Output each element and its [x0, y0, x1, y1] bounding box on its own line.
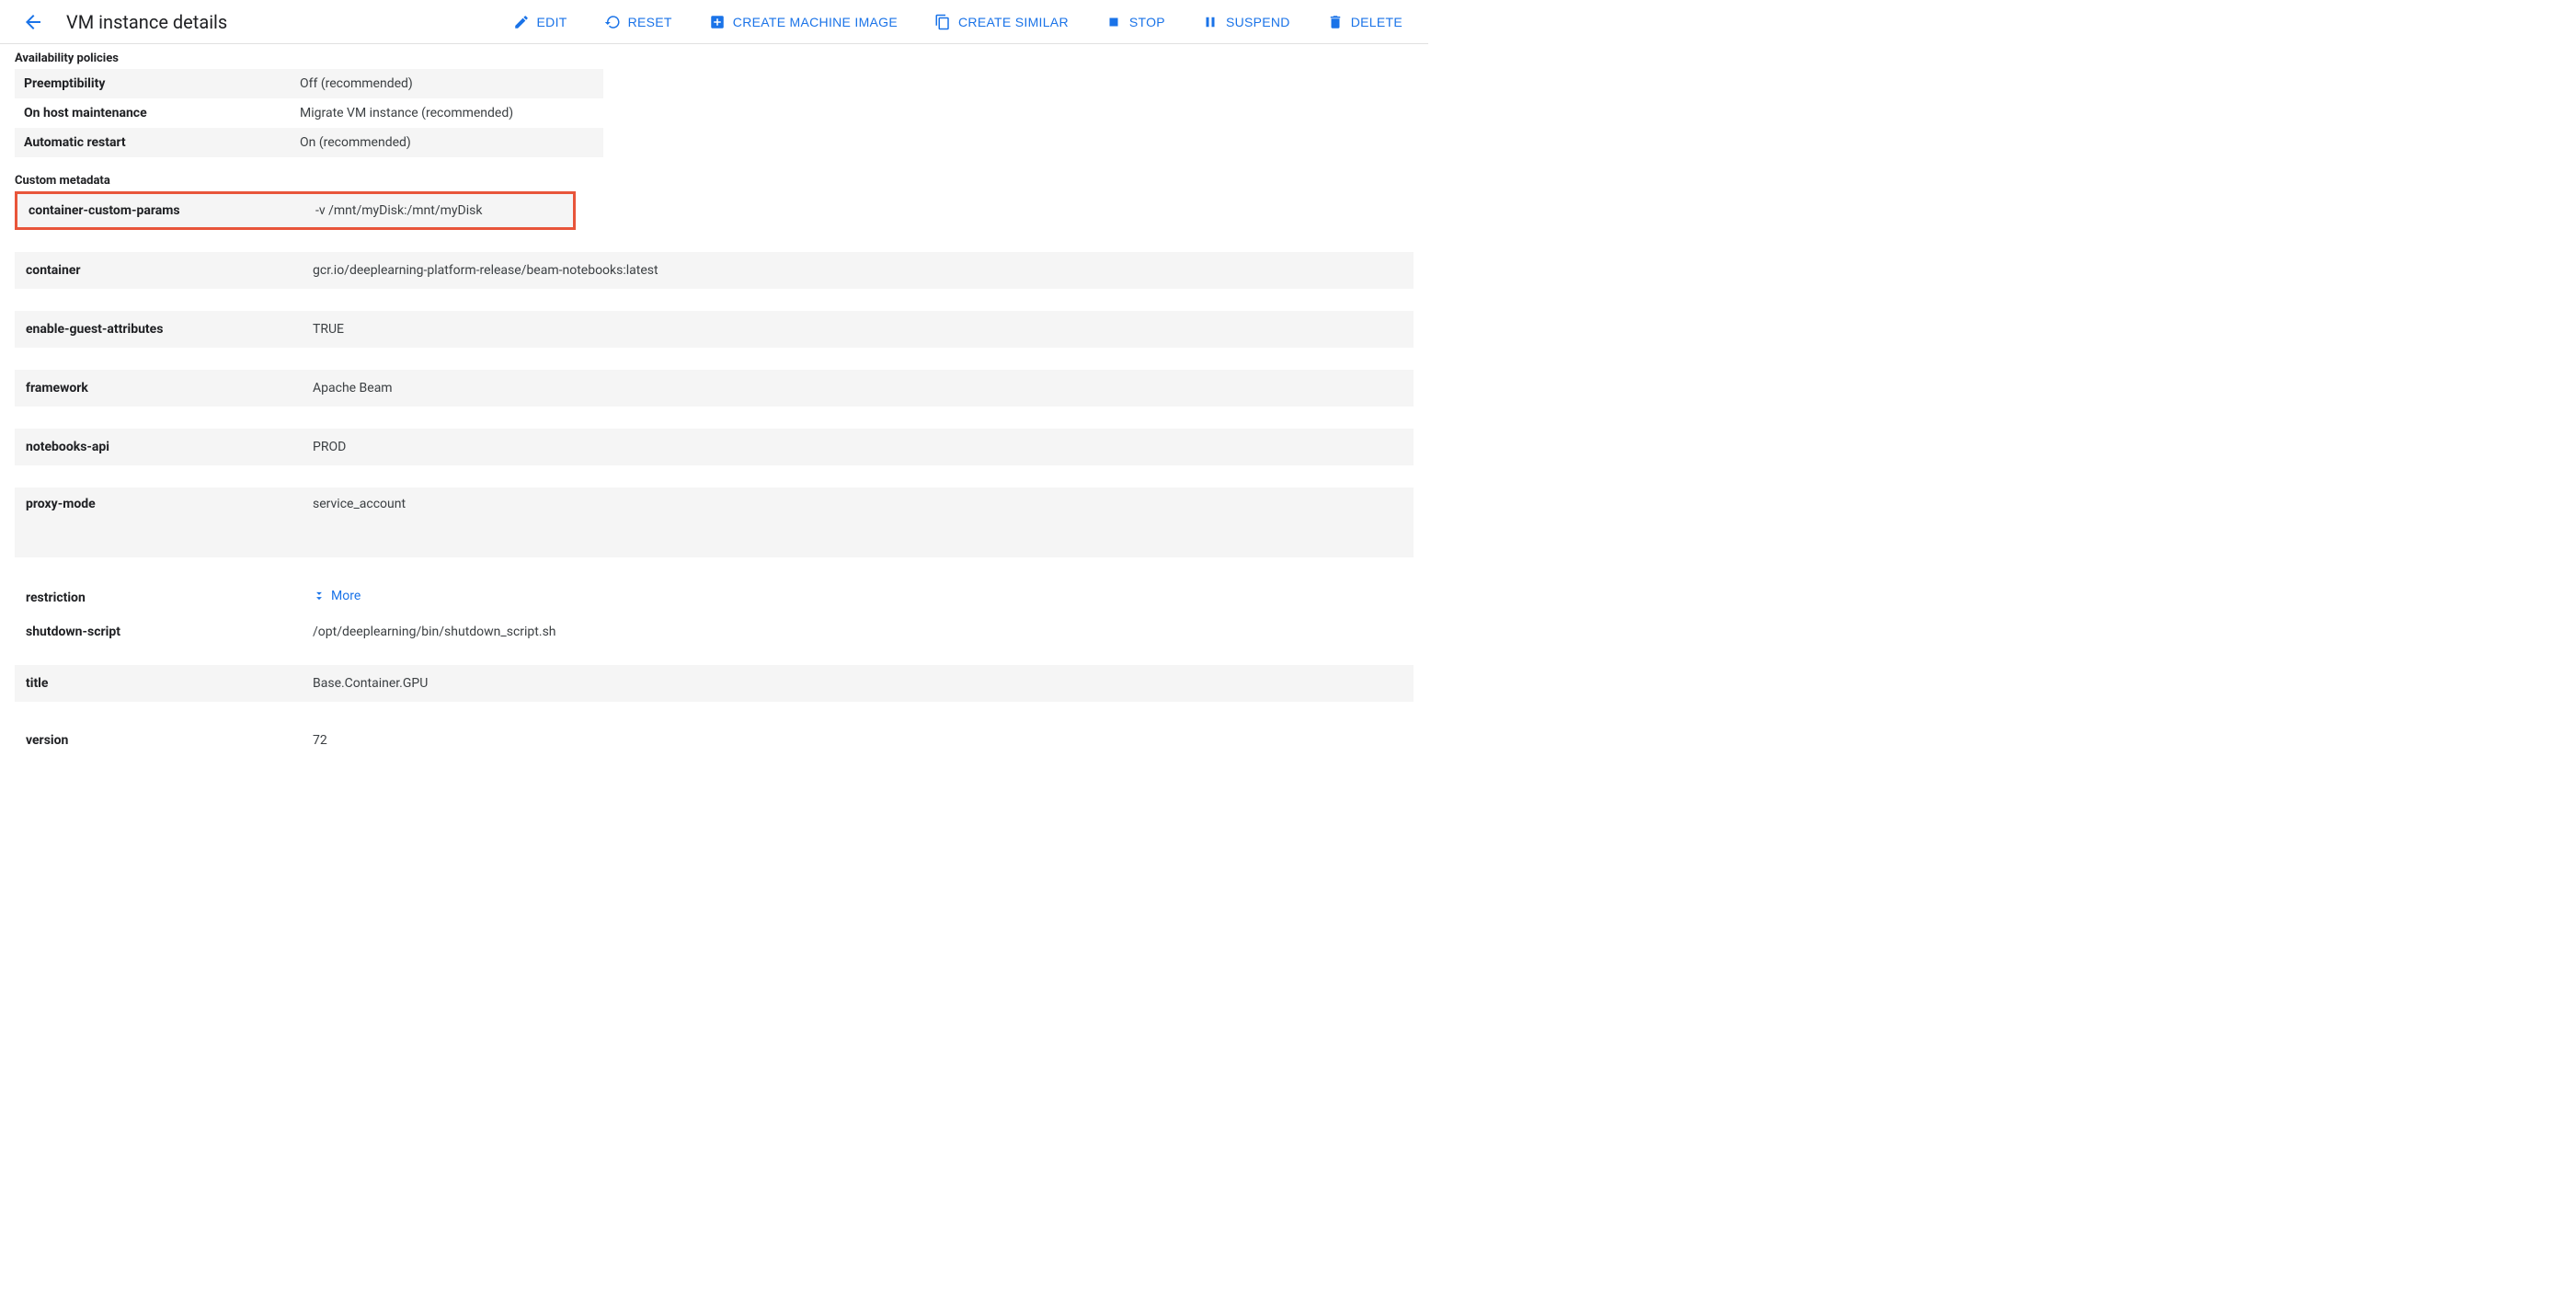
- metadata-key: container-custom-params: [17, 194, 304, 227]
- table-row: Automatic restart On (recommended): [15, 128, 603, 157]
- metadata-key: proxy-mode: [15, 487, 302, 521]
- action-bar: EDIT RESET CREATE MACHINE IMAGE CREATE S…: [509, 8, 1406, 36]
- metadata-key: title: [15, 667, 302, 700]
- policy-val: Off (recommended): [291, 69, 603, 98]
- create-machine-image-button[interactable]: CREATE MACHINE IMAGE: [705, 8, 901, 36]
- back-button[interactable]: [15, 4, 52, 40]
- metadata-row-container: container gcr.io/deeplearning-platform-r…: [15, 252, 1414, 289]
- table-row: On host maintenance Migrate VM instance …: [15, 98, 603, 128]
- stop-label: STOP: [1129, 15, 1165, 29]
- metadata-val: -v /mnt/myDisk:/mnt/myDisk: [304, 194, 573, 227]
- metadata-key: notebooks-api: [15, 430, 302, 464]
- metadata-val: Apache Beam: [302, 372, 1414, 405]
- page-title: VM instance details: [66, 11, 227, 33]
- edit-icon: [513, 14, 530, 30]
- copy-icon: [934, 14, 951, 30]
- table-row: Preemptibility Off (recommended): [15, 69, 603, 98]
- edit-button[interactable]: EDIT: [509, 8, 571, 36]
- metadata-section-title: Custom metadata: [0, 166, 1428, 191]
- metadata-val: PROD: [302, 430, 1414, 464]
- metadata-row-container-custom-params: container-custom-params -v /mnt/myDisk:/…: [15, 191, 576, 230]
- expand-more-icon: [313, 590, 326, 602]
- policy-key: Preemptibility: [15, 69, 291, 98]
- stop-button[interactable]: STOP: [1102, 8, 1169, 36]
- reset-label: RESET: [628, 15, 672, 29]
- more-label: More: [331, 589, 361, 603]
- metadata-key: enable-guest-attributes: [15, 313, 302, 346]
- create-similar-label: CREATE SIMILAR: [958, 15, 1069, 29]
- create-similar-button[interactable]: CREATE SIMILAR: [931, 8, 1072, 36]
- add-box-icon: [709, 14, 726, 30]
- topbar: VM instance details EDIT RESET CREATE MA…: [0, 0, 1428, 44]
- reset-icon: [604, 14, 621, 30]
- metadata-key: container: [15, 254, 302, 287]
- metadata-row-proxy-mode: proxy-mode service_account: [15, 487, 1414, 557]
- metadata-val: Base.Container.GPU: [302, 667, 1414, 700]
- delete-icon: [1327, 14, 1344, 30]
- metadata-key: restriction: [15, 581, 302, 614]
- metadata-row-title: title Base.Container.GPU: [15, 665, 1414, 702]
- metadata-val: TRUE: [302, 313, 1414, 346]
- policy-key: On host maintenance: [15, 98, 291, 128]
- metadata-val: gcr.io/deeplearning-platform-release/bea…: [302, 254, 1414, 287]
- suspend-label: SUSPEND: [1226, 15, 1290, 29]
- pause-icon: [1202, 14, 1219, 30]
- metadata-val: service_account: [302, 487, 1414, 521]
- delete-button[interactable]: DELETE: [1323, 8, 1406, 36]
- metadata-rows: container-custom-params -v /mnt/myDisk:/…: [0, 191, 1428, 757]
- reset-button[interactable]: RESET: [601, 8, 676, 36]
- stop-icon: [1105, 14, 1122, 30]
- metadata-row-version: version 72: [15, 724, 1414, 757]
- metadata-key: version: [15, 724, 302, 757]
- metadata-row-notebooks-api: notebooks-api PROD: [15, 429, 1414, 465]
- availability-section-title: Availability policies: [0, 44, 1428, 69]
- metadata-val: /opt/deeplearning/bin/shutdown_script.sh: [302, 615, 1414, 648]
- metadata-row-enable-guest-attributes: enable-guest-attributes TRUE: [15, 311, 1414, 348]
- create-machine-image-label: CREATE MACHINE IMAGE: [733, 15, 898, 29]
- metadata-row-shutdown-script: shutdown-script /opt/deeplearning/bin/sh…: [15, 615, 1414, 648]
- edit-label: EDIT: [537, 15, 567, 29]
- metadata-row-restriction: restriction More: [15, 579, 1414, 615]
- metadata-val: More: [302, 579, 1414, 615]
- delete-label: DELETE: [1351, 15, 1402, 29]
- availability-table: Preemptibility Off (recommended) On host…: [15, 69, 603, 157]
- content: Availability policies Preemptibility Off…: [0, 44, 1428, 775]
- more-link[interactable]: More: [313, 589, 361, 603]
- policy-key: Automatic restart: [15, 128, 291, 157]
- policy-val: Migrate VM instance (recommended): [291, 98, 603, 128]
- metadata-key: framework: [15, 372, 302, 405]
- metadata-row-framework: framework Apache Beam: [15, 370, 1414, 407]
- metadata-key: shutdown-script: [15, 615, 302, 648]
- suspend-button[interactable]: SUSPEND: [1198, 8, 1294, 36]
- arrow-back-icon: [22, 11, 44, 33]
- metadata-val: 72: [302, 724, 1414, 757]
- policy-val: On (recommended): [291, 128, 603, 157]
